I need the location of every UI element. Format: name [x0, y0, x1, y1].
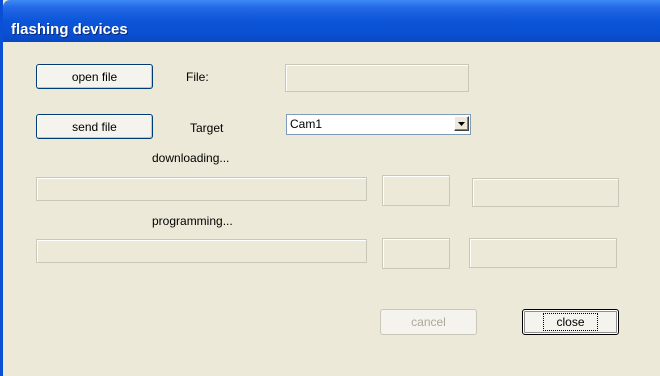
programming-progress-bar — [36, 239, 367, 263]
downloading-progress-bar — [36, 177, 367, 201]
close-button[interactable]: close — [522, 309, 619, 335]
downloading-status-field — [472, 178, 619, 207]
send-file-button[interactable]: send file — [36, 114, 153, 139]
open-file-button[interactable]: open file — [36, 64, 153, 89]
cancel-button[interactable]: cancel — [380, 309, 477, 335]
programming-status-field — [469, 238, 617, 268]
programming-count-field — [382, 238, 450, 269]
flashing-devices-window: flashing devices open file File: send fi… — [0, 0, 660, 376]
downloading-count-field — [382, 175, 450, 206]
title-bar[interactable]: flashing devices — [3, 0, 660, 42]
chevron-down-icon[interactable] — [454, 116, 469, 131]
target-select[interactable]: Cam1 — [286, 114, 471, 135]
programming-label: programming... — [152, 214, 233, 228]
window-title: flashing devices — [11, 21, 128, 38]
file-label: File: — [186, 70, 209, 84]
downloading-label: downloading... — [152, 151, 230, 165]
target-select-value: Cam1 — [290, 117, 323, 131]
file-path-field — [285, 64, 469, 92]
close-button-label: close — [543, 313, 598, 331]
target-label: Target — [190, 121, 224, 135]
